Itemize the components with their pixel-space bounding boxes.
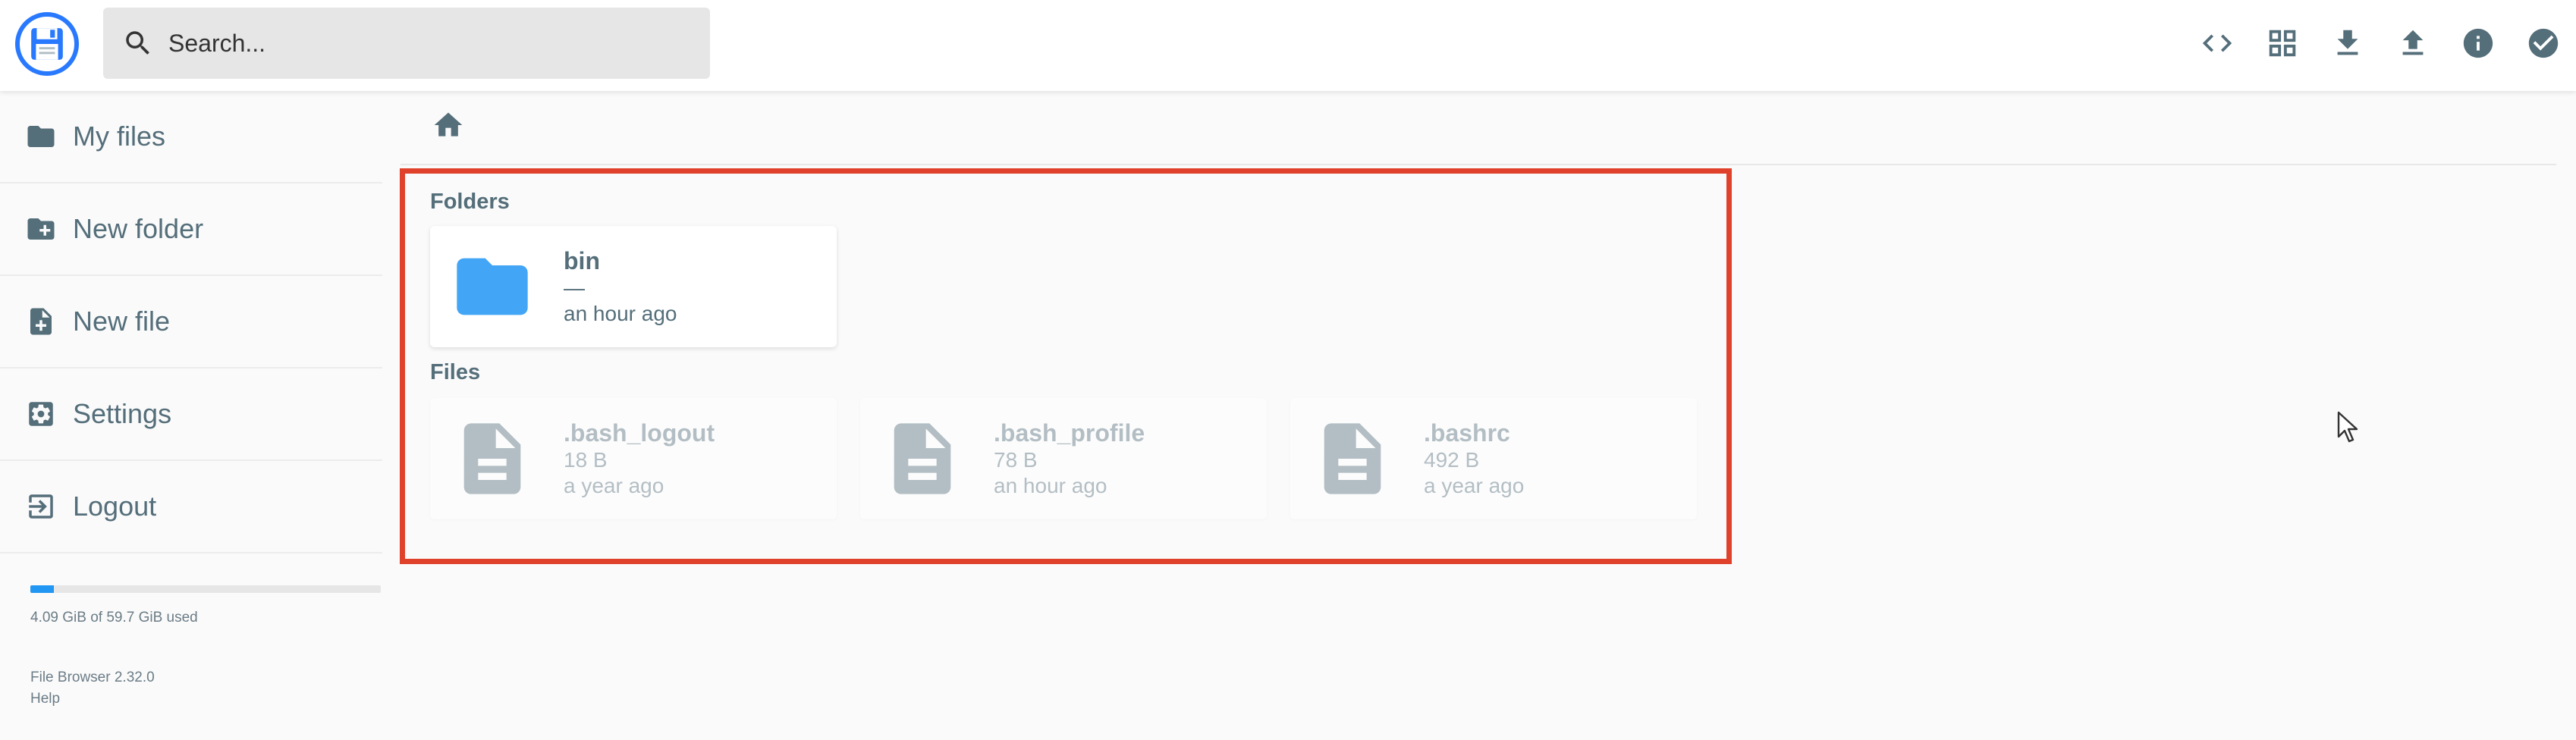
note-add-icon [24,305,58,338]
upload-button[interactable] [2380,11,2446,76]
sidebar-item-settings[interactable]: Settings [0,368,382,461]
sidebar-item-logout[interactable]: Logout [0,461,382,553]
select-multiple-button[interactable] [2511,11,2576,76]
item-modified: an hour ago [564,302,677,325]
switch-view-button[interactable] [2250,11,2315,76]
check-circle-icon [2528,28,2559,58]
file-icon [1310,419,1395,498]
info-icon [2463,28,2493,58]
version-text: File Browser 2.32.0 [30,669,155,685]
search-input[interactable] [168,20,684,66]
sidebar-item-label: Settings [73,398,172,429]
item-name: .bashrc [1424,419,1510,447]
folder-item-bin[interactable]: bin — an hour ago [430,226,837,347]
search-bar[interactable] [103,8,710,79]
file-icon [880,419,965,498]
disk-usage-bar [30,585,381,593]
upload-icon [2402,30,2424,55]
floppy-disk-icon [31,28,63,60]
item-size: 78 B [994,448,1038,472]
folders-heading: Folders [430,190,510,214]
header-actions [2185,11,2576,76]
sidebar-item-label: My files [73,121,166,152]
top-bar [0,0,2576,91]
help-link[interactable]: Help [30,688,155,710]
sidebar-item-label: New file [73,306,171,337]
item-size: — [564,276,585,299]
breadcrumb-divider [401,164,2556,165]
item-name: .bash_logout [564,419,715,447]
sidebar-item-new-folder[interactable]: New folder [0,183,382,276]
code-view-icon [2202,34,2232,52]
download-button[interactable] [2315,11,2380,76]
sidebar-footer: File Browser 2.32.0 Help [30,667,155,710]
file-browser-logo[interactable] [15,12,79,76]
folder-icon [24,120,58,153]
item-modified: a year ago [1424,474,1525,497]
download-icon [2337,30,2358,55]
disk-usage-fill [30,585,55,593]
item-modified: an hour ago [994,474,1107,497]
sidebar-item-new-file[interactable]: New file [0,276,382,368]
disk-usage-text: 4.09 GiB of 59.7 GiB used [30,610,198,626]
grid-view-icon [2269,30,2296,57]
file-item-bashrc[interactable]: .bashrc 492 B a year ago [1290,398,1697,519]
mouse-cursor-icon [2337,411,2358,443]
create-new-folder-icon [24,212,58,246]
home-icon [434,112,463,136]
file-item-bash-profile[interactable]: .bash_profile 78 B an hour ago [860,398,1267,519]
toggle-code-view-button[interactable] [2185,11,2250,76]
item-size: 18 B [564,448,608,472]
sidebar-item-label: Logout [73,491,157,522]
settings-icon [24,397,58,431]
breadcrumb-home[interactable] [429,106,467,144]
files-heading: Files [430,360,481,384]
sidebar-item-my-files[interactable]: My files [0,91,382,183]
folder-icon [450,247,535,326]
item-modified: a year ago [564,474,664,497]
item-name: bin [564,247,600,274]
item-size: 492 B [1424,448,1480,472]
info-button[interactable] [2446,11,2511,76]
file-item-bash-logout[interactable]: .bash_logout 18 B a year ago [430,398,837,519]
disk-usage: 4.09 GiB of 59.7 GiB used [30,585,381,626]
logout-icon [24,490,58,523]
sidebar: My files New folder New file Settings Lo… [0,91,382,740]
file-icon [450,419,535,498]
sidebar-item-label: New folder [73,213,204,244]
item-name: .bash_profile [994,419,1145,447]
search-icon [120,25,156,61]
